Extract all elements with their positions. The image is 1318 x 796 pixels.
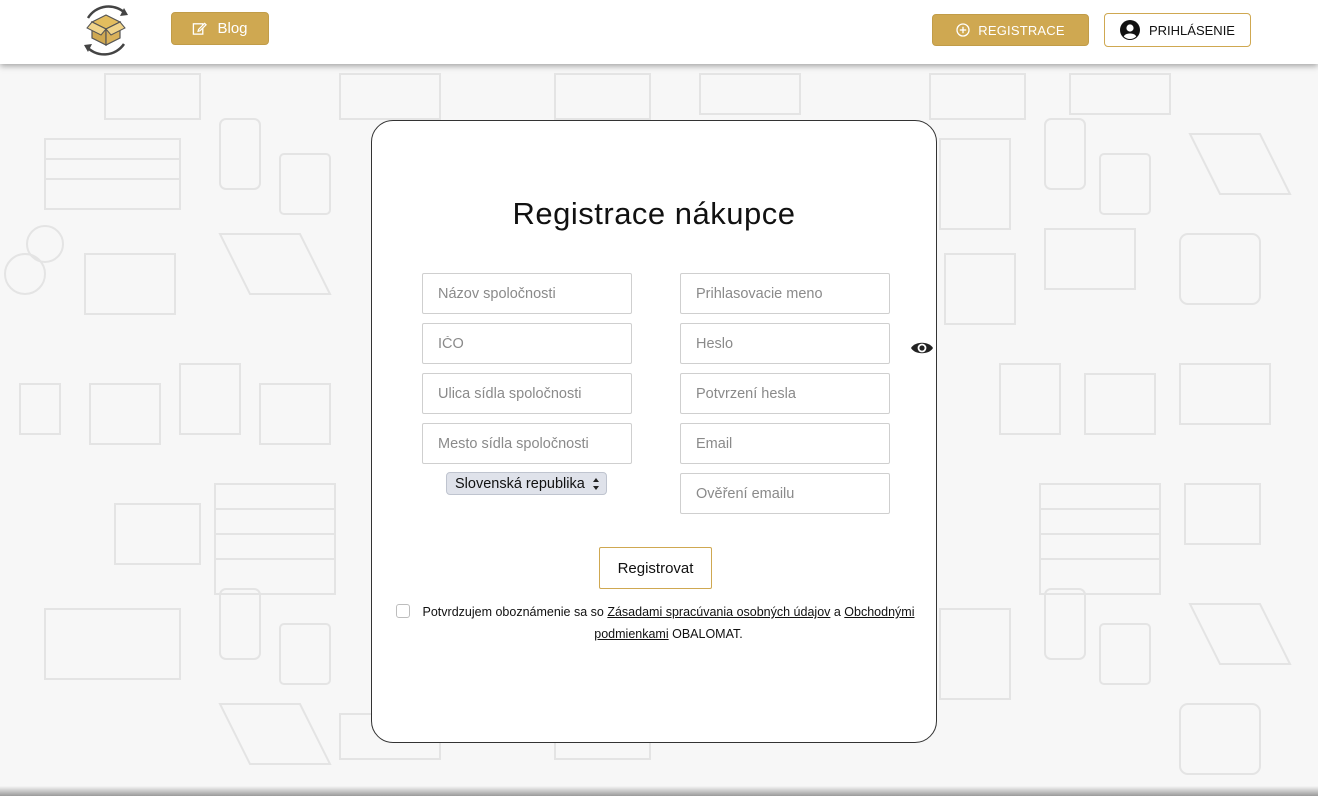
street-field[interactable] bbox=[422, 373, 632, 414]
password-confirm-field[interactable] bbox=[680, 373, 890, 414]
city-field[interactable] bbox=[422, 423, 632, 464]
country-select-value: Slovenská republika bbox=[455, 475, 585, 492]
blog-label: Blog bbox=[217, 20, 248, 37]
ico-field[interactable] bbox=[422, 323, 632, 364]
consent-text-after: OBALOMAT. bbox=[668, 627, 743, 641]
register-submit-button[interactable]: Registrovat bbox=[599, 547, 712, 589]
password-field[interactable] bbox=[680, 323, 890, 364]
user-icon bbox=[1120, 20, 1140, 40]
edit-icon bbox=[193, 22, 208, 35]
email-confirm-field[interactable] bbox=[680, 473, 890, 514]
select-arrows-icon bbox=[593, 478, 599, 490]
bottom-edge bbox=[0, 786, 1318, 796]
top-header: Blog REGISTRACE PRIHLÁSENIE bbox=[0, 0, 1318, 64]
consent-text: Potvrdzujem oboznámenie sa so Zásadami s… bbox=[416, 601, 921, 645]
plus-circle-icon bbox=[956, 23, 970, 37]
consent-row: Potvrdzujem oboznámenie sa so Zásadami s… bbox=[396, 601, 921, 645]
eye-icon[interactable] bbox=[910, 339, 934, 357]
privacy-policy-link[interactable]: Zásadami spracúvania osobných údajov bbox=[607, 605, 830, 619]
consent-text-before: Potvrdzujem oboznámenie sa so bbox=[422, 605, 608, 619]
username-field[interactable] bbox=[680, 273, 890, 314]
login-label: PRIHLÁSENIE bbox=[1149, 22, 1235, 38]
registration-card: Registrace nákupce Slovenská republika R… bbox=[371, 120, 937, 743]
country-select[interactable]: Slovenská republika bbox=[446, 472, 607, 495]
page-title: Registrace nákupce bbox=[512, 196, 796, 231]
register-button[interactable]: REGISTRACE bbox=[932, 14, 1089, 46]
consent-checkbox[interactable] bbox=[396, 604, 410, 618]
email-field[interactable] bbox=[680, 423, 890, 464]
company-name-field[interactable] bbox=[422, 273, 632, 314]
logo-box-icon[interactable] bbox=[74, 0, 138, 60]
consent-text-middle: a bbox=[830, 605, 845, 619]
login-button[interactable]: PRIHLÁSENIE bbox=[1104, 13, 1251, 47]
blog-button[interactable]: Blog bbox=[171, 12, 269, 45]
register-submit-label: Registrovat bbox=[617, 559, 694, 577]
register-label: REGISTRACE bbox=[978, 22, 1065, 38]
